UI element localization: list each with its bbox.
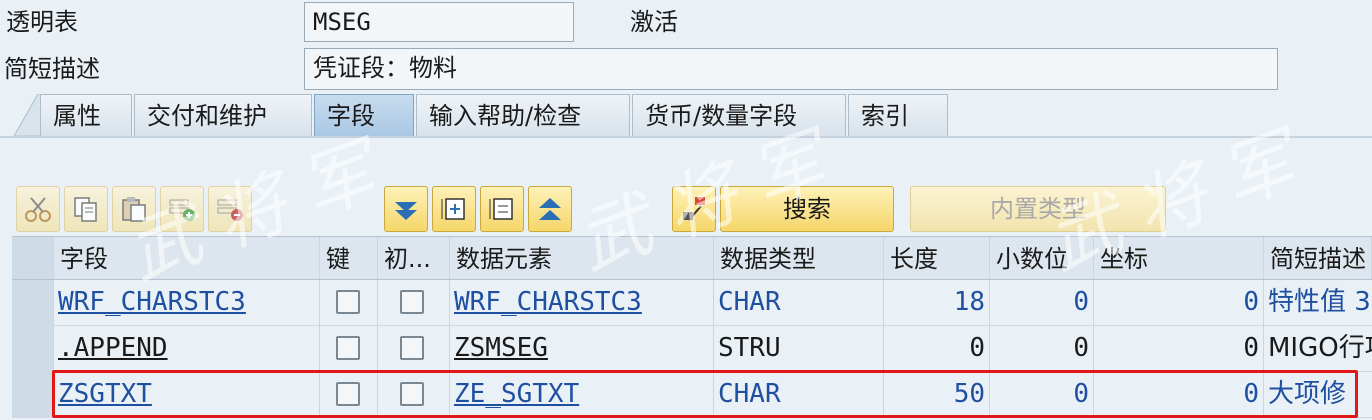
key-checkbox[interactable] — [336, 382, 360, 406]
table-row[interactable]: WRF_CHARSTC3 WRF_CHARSTC3 CHAR 18 0 0 特性… — [12, 280, 1372, 326]
initial-cell — [378, 326, 450, 371]
data-type-cell: STRU — [714, 326, 884, 371]
delete-row-icon — [217, 199, 243, 221]
tab-currency-quantity[interactable]: 货币/数量字段 — [632, 94, 846, 136]
collapse-button[interactable] — [528, 186, 572, 232]
copy-button[interactable] — [64, 186, 108, 232]
row-selector[interactable] — [12, 280, 54, 325]
col-header-field[interactable]: 字段 — [54, 237, 320, 279]
tab-input-help-check[interactable]: 输入帮助/检查 — [416, 94, 630, 136]
table-type-label: 透明表 — [6, 8, 78, 36]
table-row[interactable]: ZSGTXT ZE_SGTXT CHAR 50 0 0 大项修 — [12, 372, 1372, 418]
decimals-cell: 0 — [990, 372, 1094, 417]
table-row[interactable]: .APPEND ZSMSEG STRU 0 0 0 MIGO行项 — [12, 326, 1372, 372]
hierarchy-icon — [683, 197, 705, 221]
data-element-link[interactable]: WRF_CHARSTC3 — [450, 280, 714, 325]
field-name-link[interactable]: .APPEND — [54, 326, 320, 371]
select-all-cell[interactable] — [12, 237, 54, 279]
search-button[interactable]: 搜索 — [720, 186, 894, 232]
key-cell — [320, 372, 378, 417]
col-header-key[interactable]: 键 — [320, 237, 378, 279]
builtin-type-button[interactable]: 内置类型 — [910, 186, 1166, 232]
initial-checkbox[interactable] — [400, 336, 424, 360]
short-desc-cell: 特性值 3 — [1268, 287, 1371, 317]
initial-cell — [378, 280, 450, 325]
col-header-initial[interactable]: 初... — [378, 237, 450, 279]
cut-icon — [25, 197, 51, 222]
tab-attributes[interactable]: 属性 — [40, 94, 132, 136]
select-icon — [489, 198, 513, 220]
paste-button[interactable] — [112, 186, 156, 232]
length-cell: 18 — [884, 280, 990, 325]
tab-strip: 属性 交付和维护 字段 输入帮助/检查 货币/数量字段 索引 — [0, 94, 1372, 138]
initial-checkbox[interactable] — [400, 382, 424, 406]
field-name-link[interactable]: ZSGTXT — [54, 372, 320, 417]
col-header-decimals[interactable]: 小数位 — [990, 237, 1094, 279]
hierarchy-button[interactable] — [672, 186, 716, 232]
short-desc-field[interactable]: 凭证段：物料 — [304, 48, 1278, 90]
tab-indexes[interactable]: 索引 — [848, 94, 948, 136]
row-selector[interactable] — [12, 372, 54, 417]
select-button[interactable] — [480, 186, 524, 232]
table-name-field[interactable]: MSEG — [304, 2, 574, 42]
initial-checkbox[interactable] — [400, 290, 424, 314]
data-type-cell: CHAR — [714, 280, 884, 325]
initial-cell — [378, 372, 450, 417]
paste-icon — [122, 197, 146, 222]
insert-row-button[interactable] — [160, 186, 204, 232]
col-header-data-type[interactable]: 数据类型 — [714, 237, 884, 279]
key-checkbox[interactable] — [336, 336, 360, 360]
expand-button[interactable] — [384, 186, 428, 232]
col-header-data-element[interactable]: 数据元素 — [450, 237, 714, 279]
col-header-length[interactable]: 长度 — [884, 237, 990, 279]
col-header-short-desc[interactable]: 简短描述 — [1264, 237, 1372, 279]
add-node-icon — [441, 198, 465, 220]
tab-delivery-maintenance[interactable]: 交付和维护 — [134, 94, 312, 136]
data-type-cell: CHAR — [714, 372, 884, 417]
coordinate-cell: 0 — [1094, 280, 1264, 325]
cut-button[interactable] — [16, 186, 60, 232]
data-element-link[interactable]: ZE_SGTXT — [450, 372, 714, 417]
expand-icon — [395, 202, 417, 220]
tab-fields[interactable]: 字段 — [314, 94, 414, 136]
decimals-cell: 0 — [990, 326, 1094, 371]
field-name-link[interactable]: WRF_CHARSTC3 — [54, 280, 320, 325]
short-desc-label: 简短描述 — [4, 55, 100, 83]
data-element-link[interactable]: ZSMSEG — [450, 326, 714, 371]
col-header-coordinate[interactable]: 坐标 — [1094, 237, 1264, 279]
insert-row-icon — [169, 199, 195, 221]
coordinate-cell: 0 — [1094, 372, 1264, 417]
short-desc-cell: MIGO行项 — [1268, 333, 1372, 363]
decimals-cell: 0 — [990, 280, 1094, 325]
length-cell: 50 — [884, 372, 990, 417]
short-desc-cell: 大项修 — [1268, 379, 1347, 409]
delete-row-button[interactable] — [208, 186, 252, 232]
key-cell — [320, 280, 378, 325]
length-cell: 0 — [884, 326, 990, 371]
copy-icon — [74, 197, 97, 222]
collapse-icon — [539, 198, 561, 220]
key-cell — [320, 326, 378, 371]
row-selector[interactable] — [12, 326, 54, 371]
status-text: 激活 — [630, 8, 678, 36]
table-header: 字段 键 初... 数据元素 数据类型 长度 小数位 坐标 简短描述 — [12, 236, 1372, 280]
coordinate-cell: 0 — [1094, 326, 1264, 371]
fields-table: 字段 键 初... 数据元素 数据类型 长度 小数位 坐标 简短描述 WRF_C… — [12, 236, 1372, 420]
add-node-button[interactable] — [432, 186, 476, 232]
key-checkbox[interactable] — [336, 290, 360, 314]
